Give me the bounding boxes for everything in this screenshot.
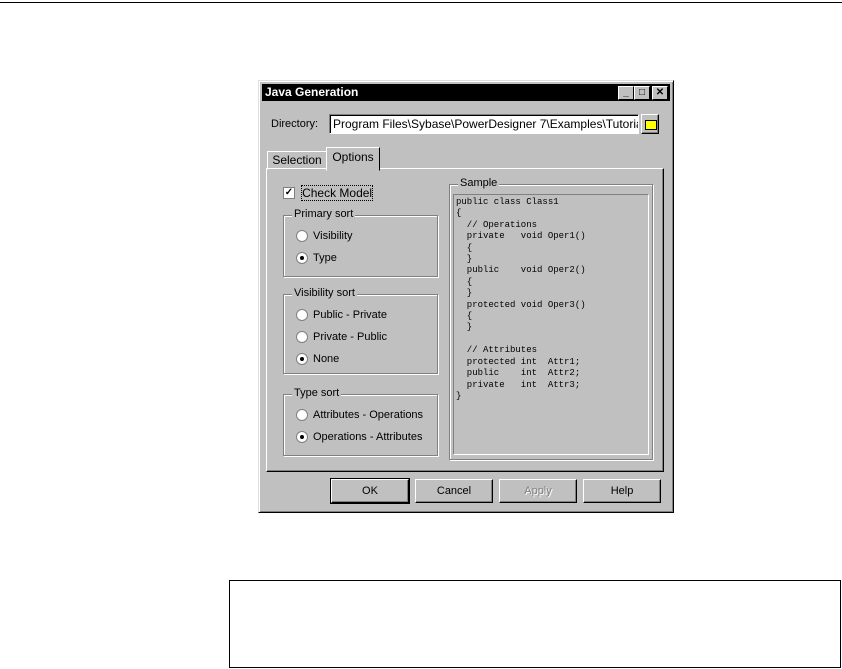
radio-visibility[interactable]: Visibility bbox=[296, 230, 353, 243]
directory-label: Directory: bbox=[271, 118, 319, 130]
maximize-button[interactable]: □ bbox=[634, 86, 650, 100]
apply-button[interactable]: Apply bbox=[499, 479, 577, 503]
primary-sort-group: Primary sort Visibility Type bbox=[283, 208, 438, 277]
type-sort-group: Type sort Attributes - Operations Operat… bbox=[283, 387, 438, 456]
radio-attributes-operations[interactable]: Attributes - Operations bbox=[296, 409, 423, 422]
ok-button[interactable]: OK bbox=[330, 478, 410, 504]
close-button[interactable]: ✕ bbox=[652, 86, 668, 100]
radio-none[interactable]: None bbox=[296, 353, 339, 366]
dialog-title: Java Generation bbox=[265, 85, 359, 99]
java-generation-dialog: Java Generation _ □ ✕ Directory: Program… bbox=[258, 80, 674, 513]
check-model-label: Check Model bbox=[301, 185, 374, 201]
sample-code-view[interactable]: public class Class1 { // Operations priv… bbox=[453, 194, 649, 455]
primary-sort-title: Primary sort bbox=[292, 208, 356, 220]
cancel-button[interactable]: Cancel bbox=[415, 479, 493, 503]
sample-title: Sample bbox=[458, 177, 500, 189]
page-rule bbox=[0, 2, 842, 3]
visibility-sort-group: Visibility sort Public - Private Private… bbox=[283, 287, 438, 374]
minimize-button[interactable]: _ bbox=[618, 86, 634, 100]
options-panel: ✓ Check Model Primary sort Visibility Ty… bbox=[266, 168, 664, 472]
type-sort-title: Type sort bbox=[292, 387, 342, 399]
radio-public-private[interactable]: Public - Private bbox=[296, 309, 387, 322]
checkbox-checked-icon: ✓ bbox=[283, 187, 295, 199]
folder-icon bbox=[645, 120, 657, 130]
note-box bbox=[229, 580, 841, 668]
browse-folder-button[interactable] bbox=[641, 114, 659, 134]
sample-group: Sample public class Class1 { // Operatio… bbox=[449, 177, 653, 460]
title-bar: Java Generation _ □ ✕ bbox=[262, 84, 670, 101]
directory-input[interactable]: Program Files\Sybase\PowerDesigner 7\Exa… bbox=[329, 114, 639, 134]
radio-private-public[interactable]: Private - Public bbox=[296, 331, 387, 344]
radio-operations-attributes[interactable]: Operations - Attributes bbox=[296, 431, 422, 444]
help-button[interactable]: Help bbox=[583, 479, 661, 503]
check-model-checkbox[interactable]: ✓ Check Model bbox=[283, 185, 374, 201]
tab-options[interactable]: Options bbox=[326, 147, 380, 171]
radio-type[interactable]: Type bbox=[296, 252, 337, 265]
visibility-sort-title: Visibility sort bbox=[292, 287, 357, 299]
sample-code: public class Class1 { // Operations priv… bbox=[456, 197, 586, 401]
